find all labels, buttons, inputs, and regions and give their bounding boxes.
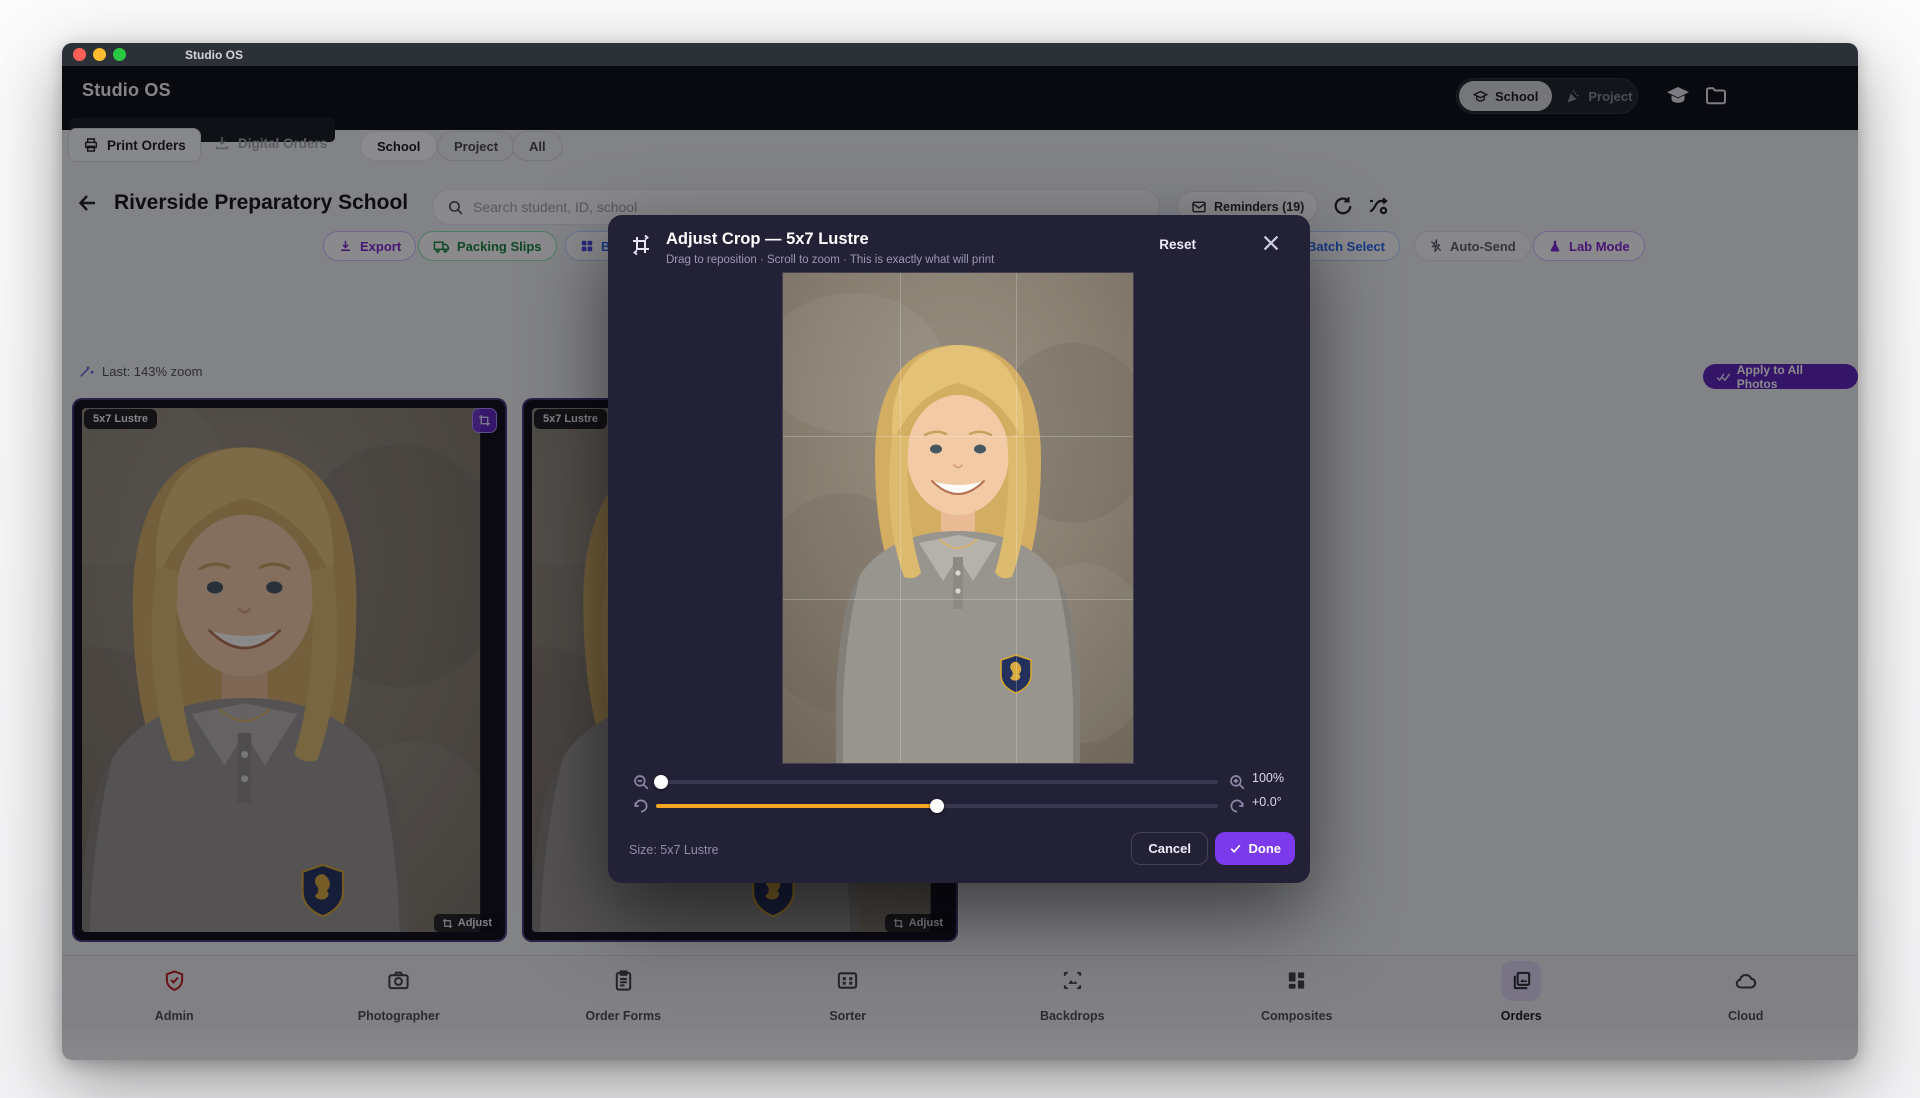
screen: Studio OS Studio OS School Project bbox=[0, 0, 1920, 1098]
done-button[interactable]: Done bbox=[1215, 832, 1296, 865]
close-icon bbox=[1260, 232, 1282, 254]
size-label: Size: 5x7 Lustre bbox=[629, 843, 719, 857]
crop-rotate-icon bbox=[629, 233, 653, 257]
zoom-slider-row: 100% bbox=[608, 771, 1310, 793]
modal-title: Adjust Crop — 5x7 Lustre bbox=[666, 230, 869, 249]
rotation-slider[interactable] bbox=[656, 804, 1218, 808]
zoom-slider[interactable] bbox=[656, 780, 1218, 784]
check-icon bbox=[1229, 842, 1242, 855]
zoom-window-button[interactable] bbox=[113, 48, 126, 61]
rotation-slider-fill bbox=[656, 804, 937, 808]
zoom-slider-thumb[interactable] bbox=[654, 775, 668, 789]
modal-footer: Size: 5x7 Lustre Cancel Done bbox=[608, 819, 1310, 883]
modal-subtitle: Drag to reposition · Scroll to zoom · Th… bbox=[666, 254, 994, 266]
rotate-ccw-icon[interactable] bbox=[632, 797, 650, 815]
rotation-slider-row: +0.0° bbox=[608, 795, 1310, 817]
window-title: Studio OS bbox=[185, 48, 243, 62]
cancel-button[interactable]: Cancel bbox=[1131, 832, 1208, 865]
done-label: Done bbox=[1249, 841, 1282, 856]
rotate-cw-icon[interactable] bbox=[1228, 797, 1246, 815]
rotation-slider-thumb[interactable] bbox=[930, 799, 944, 813]
close-window-button[interactable] bbox=[73, 48, 86, 61]
cancel-label: Cancel bbox=[1148, 841, 1191, 856]
zoom-value: 100% bbox=[1252, 771, 1304, 785]
reset-button[interactable]: Reset bbox=[1153, 233, 1202, 256]
zoom-out-icon[interactable] bbox=[632, 773, 650, 791]
crop-preview[interactable] bbox=[783, 273, 1133, 763]
rotation-value: +0.0° bbox=[1252, 795, 1304, 809]
rule-of-thirds-grid bbox=[783, 273, 1133, 763]
zoom-in-icon[interactable] bbox=[1228, 773, 1246, 791]
modal-header: Adjust Crop — 5x7 Lustre Drag to reposit… bbox=[608, 215, 1310, 279]
window-titlebar: Studio OS bbox=[62, 43, 1858, 66]
adjust-crop-modal: Adjust Crop — 5x7 Lustre Drag to reposit… bbox=[608, 215, 1310, 883]
close-button[interactable] bbox=[1260, 232, 1282, 254]
minimize-window-button[interactable] bbox=[93, 48, 106, 61]
